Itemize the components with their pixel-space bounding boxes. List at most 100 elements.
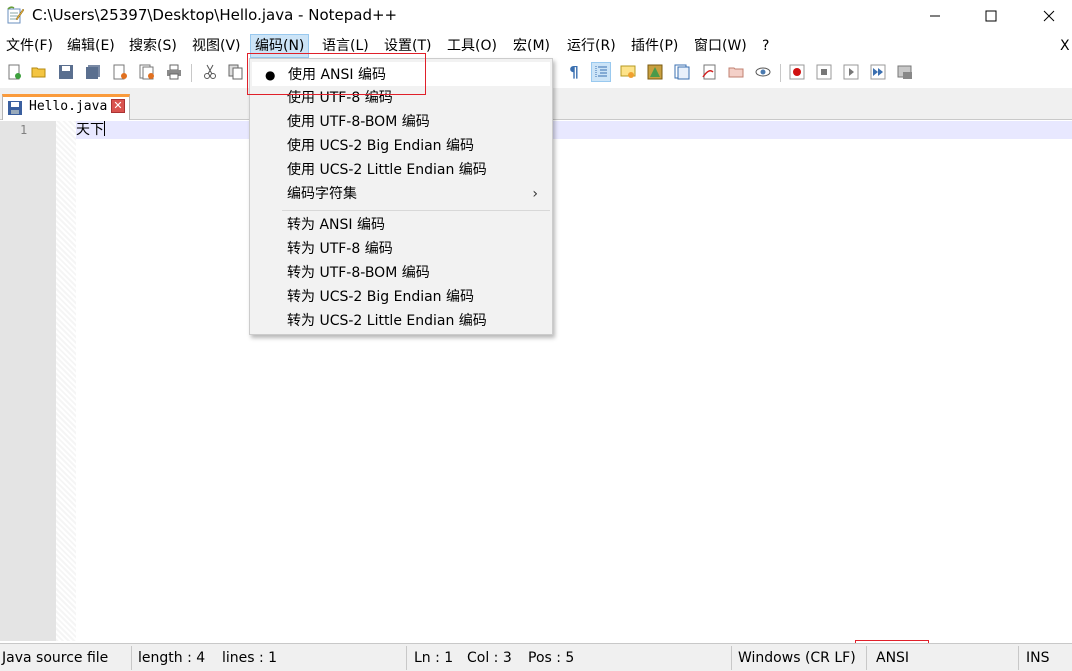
folder-icon	[728, 67, 744, 78]
code-text: 天下	[76, 122, 104, 138]
scissors-icon	[204, 64, 216, 79]
minimize-icon	[930, 15, 940, 17]
pilcrow-icon: ¶	[569, 63, 579, 81]
close-tab-icon[interactable]: ✕	[111, 99, 125, 113]
close-file-button[interactable]	[110, 62, 130, 82]
menu-item-label: 编码字符集	[287, 186, 357, 202]
current-line-highlight	[76, 121, 1072, 139]
run-macro-multiple-button[interactable]	[868, 62, 888, 82]
function-list-button[interactable]	[672, 62, 692, 82]
menu-item-label: 转为 UCS-2 Big Endian 编码	[287, 289, 474, 305]
indent-guide-button[interactable]	[591, 62, 611, 82]
menu-window[interactable]: 窗口(W)	[690, 34, 751, 58]
menu-convert-utf8[interactable]: 转为 UTF-8 编码	[252, 237, 550, 261]
record-macro-button[interactable]	[787, 62, 807, 82]
menu-file[interactable]: 文件(F)	[2, 34, 57, 58]
minimize-button[interactable]	[912, 0, 958, 32]
menu-macro[interactable]: 宏(M)	[509, 34, 554, 58]
copy-icon	[228, 64, 243, 80]
new-file-button[interactable]	[4, 62, 24, 82]
menu-use-ucs2-le[interactable]: 使用 UCS-2 Little Endian 编码	[252, 158, 550, 182]
menu-item-label: 转为 UTF-8 编码	[287, 241, 393, 257]
notepad-app-icon	[7, 6, 24, 24]
menu-item-label: 使用 UTF-8-BOM 编码	[287, 114, 430, 130]
monitoring-button[interactable]	[753, 62, 773, 82]
menu-item-label: 使用 UCS-2 Big Endian 编码	[287, 138, 474, 154]
status-line-number: Ln : 1	[414, 650, 454, 666]
menu-use-ucs2-be[interactable]: 使用 UCS-2 Big Endian 编码	[252, 134, 550, 158]
save-icon	[59, 65, 73, 79]
status-position: Pos : 5	[528, 650, 575, 666]
new-file-icon	[8, 64, 21, 80]
eye-icon	[755, 67, 771, 77]
status-length: length : 4	[138, 650, 206, 666]
menu-edit[interactable]: 编辑(E)	[63, 34, 119, 58]
highlight-box-menu	[247, 53, 426, 95]
line-number-gutter: 1	[0, 121, 56, 641]
play-macro-button[interactable]	[841, 62, 861, 82]
save-all-button[interactable]	[83, 62, 103, 82]
menu-separator	[282, 210, 550, 211]
folder-as-workspace-button[interactable]	[699, 62, 719, 82]
save-all-icon	[86, 65, 100, 79]
doc-map-icon	[647, 64, 663, 80]
menu-convert-ucs2-le[interactable]: 转为 UCS-2 Little Endian 编码	[252, 309, 550, 333]
status-lines: lines : 1	[222, 650, 278, 666]
status-column: Col : 3	[467, 650, 512, 666]
print-icon	[167, 64, 181, 80]
encoding-menu: ● 使用 ANSI 编码 使用 UTF-8 编码 使用 UTF-8-BOM 编码…	[249, 58, 553, 335]
menu-character-sets[interactable]: 编码字符集 ›	[252, 182, 550, 206]
folder-button[interactable]	[726, 62, 746, 82]
cut-button[interactable]	[200, 62, 220, 82]
status-eol[interactable]: Windows (CR LF)	[738, 650, 856, 666]
play-icon	[843, 64, 859, 80]
status-insert-mode[interactable]: INS	[1026, 650, 1050, 666]
menu-item-label: 转为 UTF-8-BOM 编码	[287, 265, 430, 281]
save-macro-icon	[897, 65, 912, 79]
close-all-icon	[139, 64, 154, 80]
open-file-button[interactable]	[29, 62, 49, 82]
record-icon	[789, 64, 805, 80]
open-folder-icon	[31, 67, 46, 78]
user-language-button[interactable]	[618, 62, 638, 82]
menu-bar: 文件(F) 编辑(E) 搜索(S) 视图(V) 编码(N) 语言(L) 设置(T…	[0, 34, 1072, 58]
tab-label: Hello.java	[29, 99, 108, 114]
pdf-file-icon	[702, 64, 716, 80]
menu-item-label: 使用 UCS-2 Little Endian 编码	[287, 162, 487, 178]
maximize-icon	[985, 10, 997, 22]
menu-search[interactable]: 搜索(S)	[125, 34, 181, 58]
menu-convert-ucs2-be[interactable]: 转为 UCS-2 Big Endian 编码	[252, 285, 550, 309]
menu-run[interactable]: 运行(R)	[563, 34, 620, 58]
close-file-icon	[113, 64, 127, 80]
menu-convert-utf8-bom[interactable]: 转为 UTF-8-BOM 编码	[252, 261, 550, 285]
close-all-button[interactable]	[137, 62, 157, 82]
close-document-button[interactable]: X	[1060, 38, 1070, 54]
show-all-chars-button[interactable]: ¶	[564, 62, 584, 82]
fast-forward-icon	[870, 64, 886, 80]
menu-convert-ansi[interactable]: 转为 ANSI 编码	[252, 213, 550, 237]
stop-icon	[816, 64, 832, 80]
menu-tools[interactable]: 工具(O)	[443, 34, 501, 58]
status-encoding[interactable]: ANSI	[876, 650, 909, 666]
save-macro-button[interactable]	[895, 62, 915, 82]
save-button[interactable]	[56, 62, 76, 82]
print-button[interactable]	[164, 62, 184, 82]
function-list-icon	[674, 64, 690, 80]
menu-plugins[interactable]: 插件(P)	[627, 34, 682, 58]
code-line[interactable]: 天下	[76, 121, 105, 139]
copy-button[interactable]	[226, 62, 246, 82]
menu-item-label: 转为 ANSI 编码	[287, 217, 385, 233]
stop-macro-button[interactable]	[814, 62, 834, 82]
fold-margin[interactable]	[56, 121, 76, 641]
close-window-button[interactable]	[1026, 0, 1072, 32]
tab-hello-java[interactable]: Hello.java ✕	[2, 94, 130, 120]
menu-view[interactable]: 视图(V)	[188, 34, 245, 58]
menu-item-label: 转为 UCS-2 Little Endian 编码	[287, 313, 487, 329]
menu-use-utf8-bom[interactable]: 使用 UTF-8-BOM 编码	[252, 110, 550, 134]
doc-map-button[interactable]	[645, 62, 665, 82]
user-language-icon	[620, 65, 636, 78]
save-icon	[8, 101, 22, 115]
text-caret	[104, 121, 105, 136]
menu-help[interactable]: ?	[758, 34, 773, 58]
maximize-button[interactable]	[968, 0, 1014, 32]
